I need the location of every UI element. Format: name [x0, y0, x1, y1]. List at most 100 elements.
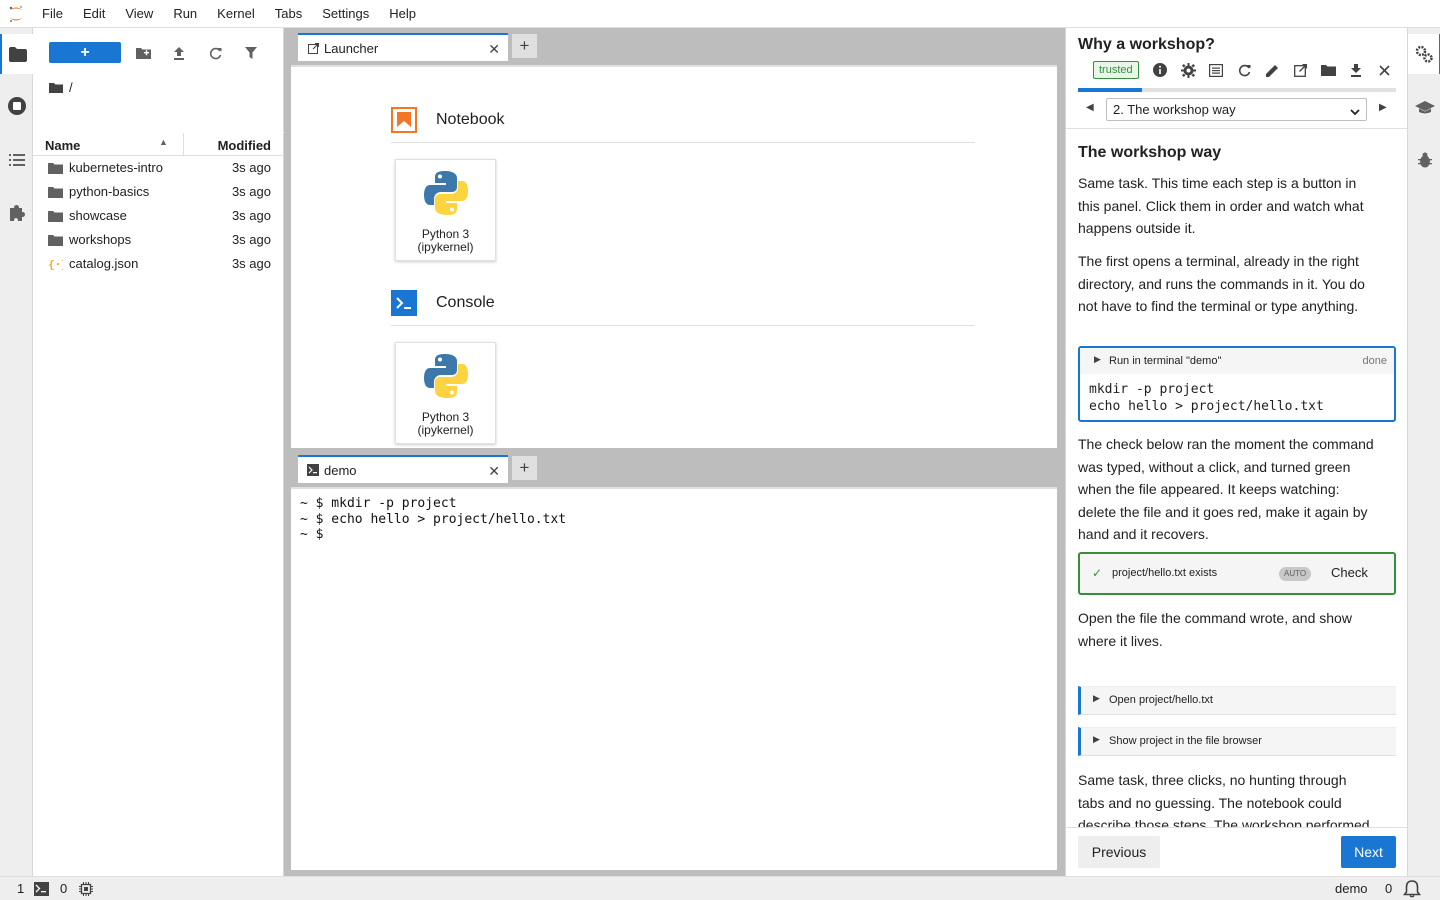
menu-tabs[interactable]: Tabs	[265, 0, 312, 28]
menu-file[interactable]: File	[32, 0, 73, 28]
filter-icon[interactable]	[241, 43, 261, 63]
reader-view-icon[interactable]	[1208, 62, 1224, 78]
section-divider	[391, 142, 975, 143]
kernel-cpu-icon[interactable]	[79, 882, 93, 899]
tab-terminal-demo[interactable]: demo ✕	[298, 455, 508, 483]
close-icon[interactable]: ✕	[488, 41, 500, 58]
run-in-terminal-block[interactable]: ▶ Run in terminal "demo" done mkdir -p p…	[1078, 346, 1396, 422]
tab-launcher[interactable]: Launcher ✕	[298, 33, 508, 61]
menu-bar: File Edit View Run Kernel Tabs Settings …	[0, 0, 1440, 28]
previous-button[interactable]: Previous	[1078, 836, 1160, 868]
file-row[interactable]: workshops 3s ago	[33, 228, 284, 252]
upload-icon[interactable]	[169, 43, 189, 63]
file-browser-tab-icon[interactable]	[0, 34, 34, 74]
svg-text:{·}: {·}	[48, 258, 63, 271]
refresh-icon[interactable]	[205, 43, 225, 63]
paragraph: Same task, three clicks, no hunting thro…	[1078, 772, 1370, 827]
menu-run[interactable]: Run	[163, 0, 207, 28]
run-block-status: done	[1362, 355, 1387, 367]
jupyter-logo-icon	[0, 0, 32, 28]
file-name: showcase	[69, 208, 127, 223]
modified-column-header[interactable]: Modified	[218, 138, 271, 153]
terminal-count[interactable]: 1	[17, 881, 24, 896]
settings-gear-icon[interactable]	[1180, 62, 1196, 78]
kernel-label: Python 3 (ipykernel)	[417, 227, 474, 254]
notification-count[interactable]: 0	[1385, 881, 1392, 896]
menu-kernel[interactable]: Kernel	[207, 0, 265, 28]
file-name: python-basics	[69, 184, 150, 199]
notification-bell-icon[interactable]	[1402, 880, 1422, 900]
info-icon[interactable]	[1152, 62, 1168, 78]
terminal-body[interactable]: ~ $ mkdir -p project ~ $ echo hello > pro…	[291, 483, 1057, 870]
terminal-status-icon[interactable]	[34, 882, 49, 899]
notebook-section-icon	[391, 107, 417, 133]
terminal-output: ~ $ mkdir -p project ~ $ echo hello > pro…	[291, 496, 566, 543]
file-list-header: Name ▲ Modified	[33, 132, 284, 156]
paragraph: The check below ran the moment the comma…	[1078, 436, 1374, 542]
new-launcher-button[interactable]: +	[49, 42, 121, 63]
next-button[interactable]: Next	[1341, 836, 1396, 868]
add-tab-button[interactable]: +	[512, 456, 537, 480]
status-bar: 1 0 demo 0	[0, 876, 1440, 900]
launcher-notebook-section: Notebook Python 3 (ipykernel)	[391, 105, 975, 265]
next-step-arrow-icon[interactable]: ▶	[1379, 102, 1387, 113]
previous-step-arrow-icon[interactable]: ◀	[1086, 102, 1094, 113]
extensions-puzzle-icon[interactable]	[0, 193, 33, 233]
workshop-footer: Previous Next	[1066, 827, 1407, 876]
folder-icon[interactable]	[1320, 62, 1336, 78]
file-row[interactable]: showcase 3s ago	[33, 204, 284, 228]
console-python3-card[interactable]: Python 3 (ipykernel)	[395, 342, 496, 444]
download-icon[interactable]	[1348, 62, 1364, 78]
step-select[interactable]: 2. The workshop way	[1106, 98, 1367, 121]
kernel-count[interactable]: 0	[60, 881, 67, 896]
action-label: Show project in the file browser	[1109, 735, 1262, 747]
file-browser-panel: + / Name ▲ Modified kubernetes-intro 3s …	[33, 28, 284, 876]
table-of-contents-icon[interactable]	[0, 140, 33, 180]
section-divider	[391, 325, 975, 326]
breadcrumb: /	[49, 78, 73, 96]
terminal-line: ~ $	[300, 527, 324, 542]
folder-icon	[48, 163, 63, 174]
menu-help[interactable]: Help	[379, 0, 426, 28]
workshop-graduation-cap-icon[interactable]	[1408, 88, 1440, 128]
run-block-header[interactable]: ▶ Run in terminal "demo" done	[1080, 348, 1394, 374]
tab-label: Launcher	[324, 40, 379, 56]
show-in-file-browser-action[interactable]: ▶ Show project in the file browser	[1078, 727, 1396, 756]
debugger-bug-icon[interactable]	[1408, 140, 1440, 180]
notebook-python3-card[interactable]: Python 3 (ipykernel)	[395, 159, 496, 261]
run-block-label: Run in terminal "demo"	[1109, 355, 1222, 367]
terminal-tab-bar: demo ✕ +	[291, 450, 1057, 483]
property-inspector-gears-icon[interactable]	[1408, 34, 1440, 74]
add-tab-button[interactable]: +	[512, 34, 537, 58]
column-divider[interactable]	[183, 133, 184, 156]
file-name: kubernetes-intro	[69, 160, 163, 175]
file-row[interactable]: kubernetes-intro 3s ago	[33, 156, 284, 180]
menu-edit[interactable]: Edit	[73, 0, 115, 28]
file-row[interactable]: python-basics 3s ago	[33, 180, 284, 204]
open-external-icon[interactable]	[1292, 62, 1308, 78]
close-icon[interactable]	[1376, 62, 1392, 78]
edit-pencil-icon[interactable]	[1264, 62, 1280, 78]
menu-settings[interactable]: Settings	[312, 0, 379, 28]
console-section-title: Console	[436, 294, 495, 311]
menu-view[interactable]: View	[115, 0, 163, 28]
file-row[interactable]: {·} catalog.json 3s ago	[33, 252, 284, 276]
reload-icon[interactable]	[1236, 62, 1252, 78]
close-icon[interactable]: ✕	[488, 463, 500, 480]
file-modified: 3s ago	[231, 160, 271, 175]
auto-badge: AUTO	[1279, 567, 1312, 581]
workshop-title: Why a workshop?	[1078, 36, 1215, 53]
expand-triangle-icon: ▶	[1094, 354, 1101, 364]
check-button[interactable]: Check	[1331, 565, 1368, 580]
file-modified: 3s ago	[231, 256, 271, 271]
open-file-action[interactable]: ▶ Open project/hello.txt	[1078, 686, 1396, 715]
new-folder-icon[interactable]	[133, 43, 153, 63]
name-column-header[interactable]: Name	[45, 138, 80, 153]
python-logo-icon	[424, 354, 468, 398]
check-block: ✓ project/hello.txt exists AUTO Check	[1078, 552, 1396, 595]
expand-triangle-icon: ▶	[1093, 734, 1100, 744]
breadcrumb-root[interactable]: /	[69, 80, 73, 95]
run-block-code: mkdir -p project echo hello > project/hel…	[1089, 382, 1324, 414]
running-sessions-icon[interactable]	[0, 86, 33, 126]
home-folder-icon[interactable]	[49, 82, 63, 93]
